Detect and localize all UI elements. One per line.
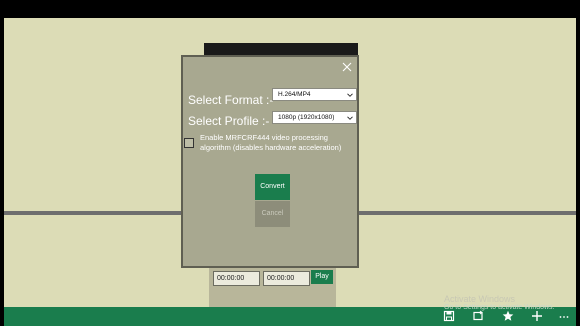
cancel-button[interactable]: Cancel — [255, 201, 290, 227]
convert-dialog — [181, 55, 359, 268]
close-icon[interactable] — [342, 62, 352, 72]
play-button[interactable]: Play — [311, 270, 333, 284]
add-icon[interactable] — [531, 310, 543, 322]
star-icon[interactable] — [502, 310, 514, 322]
format-select[interactable]: H.264/MP4 — [272, 88, 357, 101]
more-icon[interactable] — [558, 310, 570, 322]
chevron-down-icon — [347, 92, 353, 98]
mrfcrf444-checkbox-label: Enable MRFCRF444 video processing algori… — [200, 133, 342, 152]
chevron-down-icon — [347, 115, 353, 121]
window-top-bar — [0, 0, 580, 18]
profile-select[interactable]: 1080p (1920x1080) — [272, 111, 357, 124]
profile-select-value: 1080p (1920x1080) — [278, 114, 335, 121]
repeat-icon[interactable] — [472, 310, 484, 322]
mrfcrf444-checkbox[interactable] — [184, 138, 194, 148]
start-time-field[interactable]: 00:00:00 — [213, 271, 260, 286]
convert-button[interactable]: Convert — [255, 174, 290, 200]
save-icon[interactable] — [443, 310, 455, 322]
format-select-value: H.264/MP4 — [278, 91, 311, 98]
select-format-label: Select Format :- — [188, 93, 274, 107]
end-time-field[interactable]: 00:00:00 — [263, 271, 310, 286]
select-profile-label: Select Profile :- — [188, 114, 270, 128]
activate-windows-title: Activate Windows — [444, 294, 516, 304]
